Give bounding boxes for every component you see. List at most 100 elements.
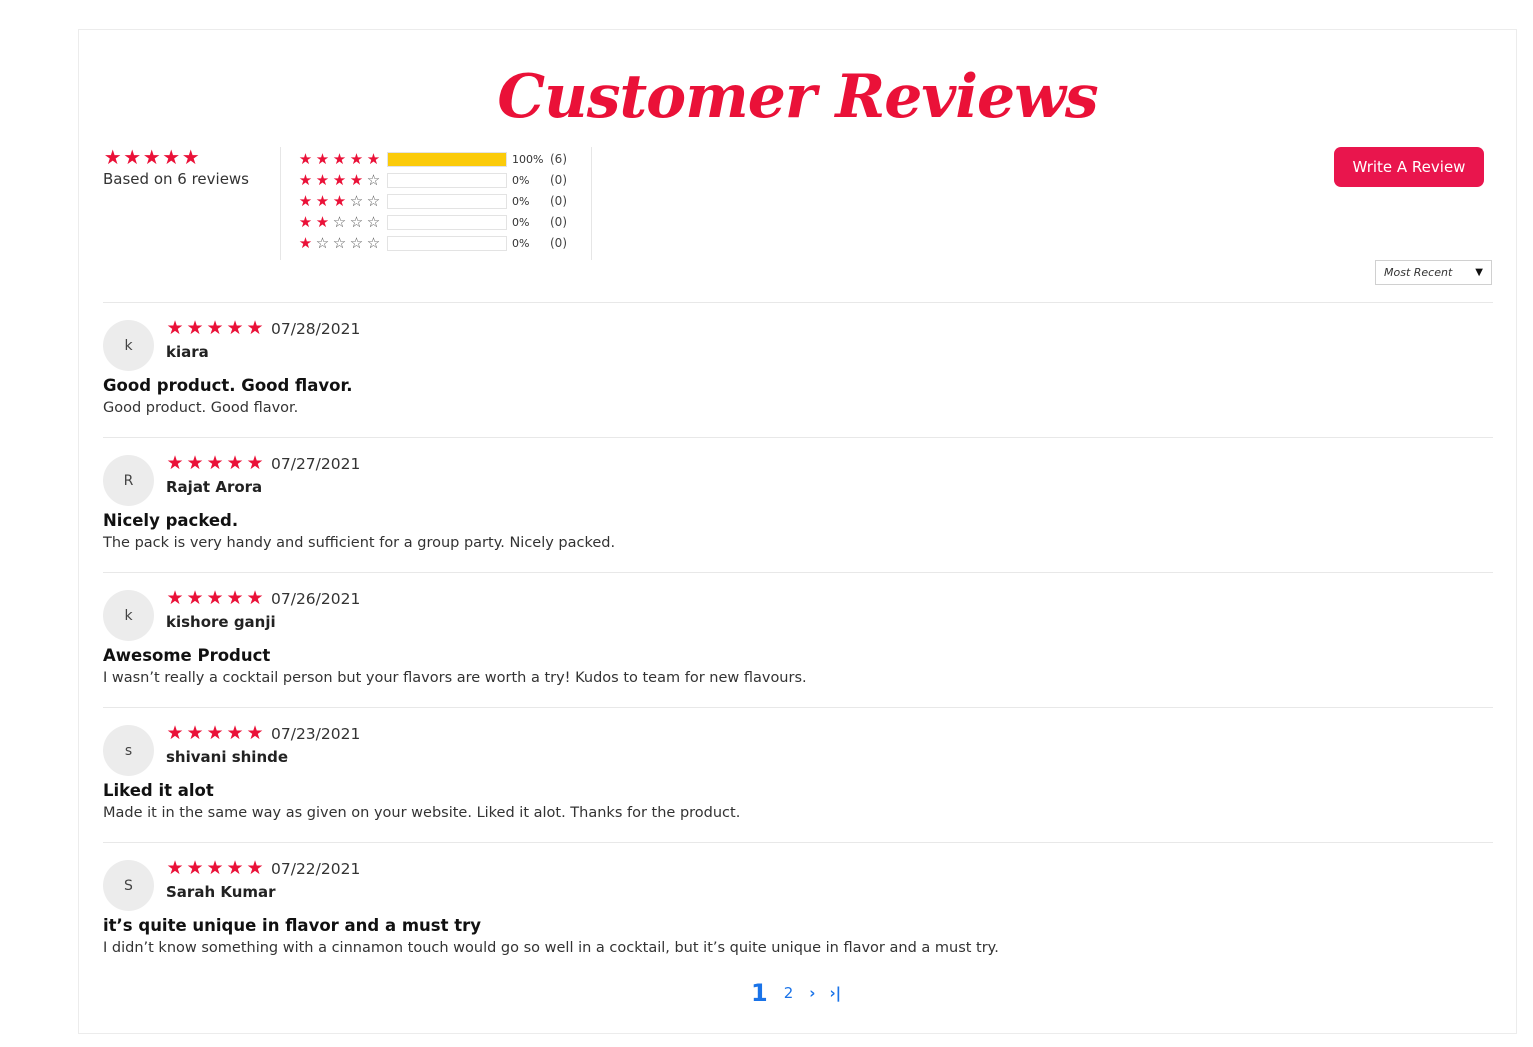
review-date: 07/28/2021 <box>271 320 361 338</box>
histogram-row-1[interactable]: ★ ☆ ☆ ☆ ☆ 0% (0) <box>297 234 567 252</box>
review-item: S ★ ★ ★ ★ ★ 07/22/2021 Sarah Kumar it’s quit… <box>103 843 1493 963</box>
star-icon: ★ <box>166 452 184 474</box>
avatar: k <box>103 590 154 641</box>
caret-down-icon: ▼ <box>1475 267 1483 278</box>
review-body: I wasn’t really a cocktail person but yo… <box>103 670 807 686</box>
review-author: shivani shinde <box>166 748 289 766</box>
histogram-count: (0) <box>550 236 567 250</box>
review-title: Liked it alot <box>103 781 214 800</box>
review-date: 07/27/2021 <box>271 455 361 473</box>
star-icon: ★ <box>206 317 224 339</box>
review-stars: ★ ★ ★ ★ ★ <box>165 722 265 744</box>
avatar: S <box>103 860 154 911</box>
star-icon: ★ <box>298 150 313 168</box>
row-stars: ★ ★ ★ ★ ★ <box>297 150 382 168</box>
histogram-row-5[interactable]: ★ ★ ★ ★ ★ 100% (6) <box>297 150 567 168</box>
review-title: Nicely packed. <box>103 511 239 530</box>
star-icon: ★ <box>315 213 330 231</box>
star-icon: ★ <box>186 587 204 609</box>
star-icon: ★ <box>298 234 313 252</box>
review-date: 07/22/2021 <box>271 860 361 878</box>
star-icon: ★ <box>162 145 181 169</box>
sort-dropdown[interactable]: Most Recent ▼ <box>1375 260 1492 285</box>
review-body: Made it in the same way as given on your… <box>103 805 741 821</box>
row-stars: ★ ☆ ☆ ☆ ☆ <box>297 234 382 252</box>
star-icon: ★ <box>298 171 313 189</box>
star-outline-icon: ☆ <box>332 234 347 252</box>
review-stars: ★ ★ ★ ★ ★ <box>165 452 265 474</box>
star-icon: ★ <box>366 150 381 168</box>
star-icon: ★ <box>226 317 244 339</box>
star-icon: ★ <box>332 150 347 168</box>
write-review-button[interactable]: Write A Review <box>1334 147 1484 187</box>
star-icon: ★ <box>246 722 264 744</box>
star-icon: ★ <box>226 452 244 474</box>
star-icon: ★ <box>166 317 184 339</box>
star-outline-icon: ☆ <box>366 171 381 189</box>
reviews-widget: Customer Reviews ★ ★ ★ ★ ★ Based on 6 re… <box>78 29 1517 1034</box>
star-icon: ★ <box>226 857 244 879</box>
histogram-percent: 100% <box>512 152 544 166</box>
star-icon: ★ <box>315 192 330 210</box>
star-outline-icon: ☆ <box>332 213 347 231</box>
histogram-bar-fill <box>388 152 506 166</box>
review-author: Rajat Arora <box>166 478 263 496</box>
star-icon: ★ <box>206 587 224 609</box>
review-count-text: Based on 6 reviews <box>103 170 250 188</box>
review-title: it’s quite unique in flavor and a must t… <box>103 916 482 935</box>
star-icon: ★ <box>206 722 224 744</box>
review-date: 07/26/2021 <box>271 590 361 608</box>
histogram-bar <box>387 193 507 209</box>
star-icon: ★ <box>166 722 184 744</box>
review-body: I didn’t know something with a cinnamon … <box>103 940 999 956</box>
star-icon: ★ <box>123 145 142 169</box>
histogram-percent: 0% <box>512 194 530 208</box>
histogram-count: (6) <box>550 152 567 166</box>
avatar: R <box>103 455 154 506</box>
review-stars: ★ ★ ★ ★ ★ <box>165 587 265 609</box>
star-icon: ★ <box>206 452 224 474</box>
star-icon: ★ <box>186 722 204 744</box>
review-body: The pack is very handy and sufficient fo… <box>103 535 616 551</box>
chevron-last-icon[interactable]: ›| <box>829 984 841 1002</box>
star-icon: ★ <box>246 857 264 879</box>
chevron-right-icon[interactable]: › <box>809 984 815 1002</box>
review-item: k ★ ★ ★ ★ ★ 07/26/2021 kishore ganji Awesome… <box>103 573 1493 693</box>
star-icon: ★ <box>332 192 347 210</box>
summary-stars: ★ ★ ★ ★ ★ <box>103 145 201 169</box>
histogram-bar <box>387 151 507 167</box>
star-outline-icon: ☆ <box>349 192 364 210</box>
star-icon: ★ <box>226 587 244 609</box>
page-title: Customer Reviews <box>497 62 1098 132</box>
star-icon: ★ <box>181 145 200 169</box>
histogram-percent: 0% <box>512 236 530 250</box>
star-icon: ★ <box>186 317 204 339</box>
review-item: R ★ ★ ★ ★ ★ 07/27/2021 Rajat Arora Nicely pa… <box>103 438 1493 558</box>
review-body: Good product. Good flavor. <box>103 400 299 416</box>
star-outline-icon: ☆ <box>349 213 364 231</box>
review-date: 07/23/2021 <box>271 725 361 743</box>
review-author: kiara <box>166 343 209 361</box>
histogram-row-3[interactable]: ★ ★ ★ ☆ ☆ 0% (0) <box>297 192 567 210</box>
star-icon: ★ <box>142 145 161 169</box>
histogram-percent: 0% <box>512 215 530 229</box>
star-outline-icon: ☆ <box>315 234 330 252</box>
avatar: k <box>103 320 154 371</box>
review-stars: ★ ★ ★ ★ ★ <box>165 857 265 879</box>
page-current: 1 <box>751 979 768 1007</box>
histogram-bar <box>387 235 507 251</box>
star-icon: ★ <box>186 857 204 879</box>
star-icon: ★ <box>206 857 224 879</box>
avatar: s <box>103 725 154 776</box>
histogram-row-4[interactable]: ★ ★ ★ ★ ☆ 0% (0) <box>297 171 567 189</box>
star-icon: ★ <box>186 452 204 474</box>
star-outline-icon: ☆ <box>349 234 364 252</box>
histogram-bar <box>387 214 507 230</box>
star-icon: ★ <box>166 857 184 879</box>
star-icon: ★ <box>246 587 264 609</box>
star-icon: ★ <box>332 171 347 189</box>
review-author: Sarah Kumar <box>166 883 276 901</box>
histogram-row-2[interactable]: ★ ★ ☆ ☆ ☆ 0% (0) <box>297 213 567 231</box>
page-link-2[interactable]: 2 <box>784 984 794 1002</box>
histogram-percent: 0% <box>512 173 530 187</box>
